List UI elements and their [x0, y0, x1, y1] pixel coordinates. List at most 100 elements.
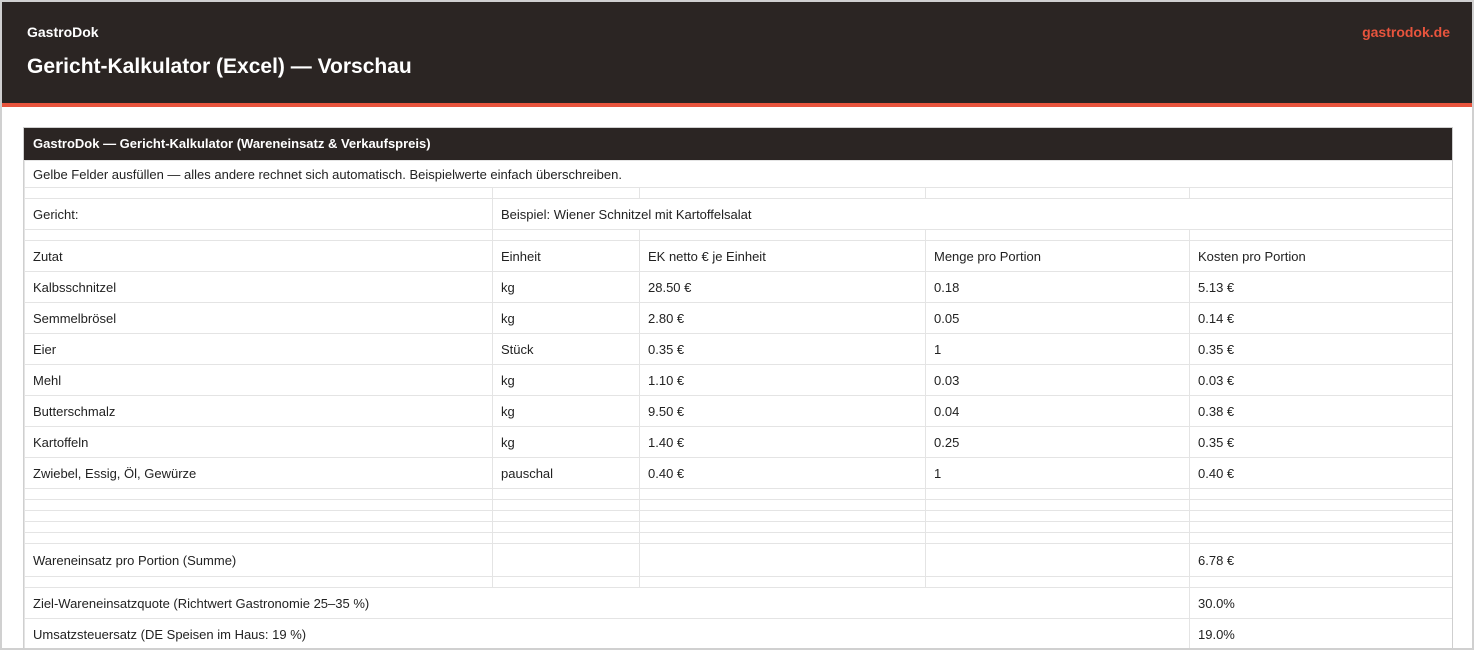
empty-cell[interactable] — [639, 521, 926, 533]
unit-cell[interactable]: kg — [492, 364, 640, 396]
empty-cell[interactable] — [639, 510, 926, 522]
empty-cell — [925, 187, 1190, 199]
empty-cell[interactable] — [639, 499, 926, 511]
ingredient-row: Kartoffeln kg 1.40 € 0.25 0.35 € — [24, 426, 1452, 458]
accent-divider — [2, 103, 1472, 107]
empty-cell — [24, 187, 493, 199]
instruction-text: Gelbe Felder ausfüllen — alles andere re… — [24, 160, 1452, 188]
empty-cell[interactable] — [492, 521, 640, 533]
empty-cell[interactable] — [925, 499, 1190, 511]
portion-cost-cell: 0.35 € — [1189, 426, 1452, 458]
ingredient-row: Butterschmalz kg 9.50 € 0.04 0.38 € — [24, 395, 1452, 427]
sum-label: Wareneinsatz pro Portion (Summe) — [24, 543, 493, 577]
top-bar: GastroDok Gericht-Kalkulator (Excel) — V… — [2, 2, 1472, 103]
empty-cell[interactable] — [492, 488, 640, 500]
vat-row: Umsatzsteuersatz (DE Speisen im Haus: 19… — [24, 618, 1452, 648]
empty-cell[interactable] — [492, 532, 640, 544]
empty-cell — [1189, 532, 1452, 544]
ingredient-name-cell[interactable]: Zwiebel, Essig, Öl, Gewürze — [24, 457, 493, 489]
spreadsheet-preview: GastroDok — Gericht-Kalkulator (Warenein… — [23, 127, 1453, 648]
dish-row: Gericht: Beispiel: Wiener Schnitzel mit … — [24, 198, 1452, 230]
column-header: Zutat — [24, 240, 493, 272]
unit-price-cell[interactable]: 0.40 € — [639, 457, 926, 489]
ingredient-name-cell[interactable]: Kartoffeln — [24, 426, 493, 458]
column-header: Einheit — [492, 240, 640, 272]
page-title: Gericht-Kalkulator (Excel) — Vorschau — [27, 55, 412, 78]
empty-cell — [492, 187, 640, 199]
quantity-cell[interactable]: 0.04 — [925, 395, 1190, 427]
empty-cell[interactable] — [639, 532, 926, 544]
empty-cell[interactable] — [492, 499, 640, 511]
unit-cell[interactable]: kg — [492, 271, 640, 303]
empty-cell[interactable] — [24, 521, 493, 533]
dish-name-cell[interactable]: Beispiel: Wiener Schnitzel mit Kartoffel… — [492, 198, 1452, 230]
quota-value-cell[interactable]: 30.0% — [1189, 587, 1452, 619]
quantity-cell[interactable]: 0.03 — [925, 364, 1190, 396]
ingredient-row: Mehl kg 1.10 € 0.03 0.03 € — [24, 364, 1452, 396]
portion-cost-cell: 5.13 € — [1189, 271, 1452, 303]
quantity-cell[interactable]: 1 — [925, 457, 1190, 489]
column-header: Kosten pro Portion — [1189, 240, 1452, 272]
vat-label: Umsatzsteuersatz (DE Speisen im Haus: 19… — [24, 618, 1190, 648]
empty-cell[interactable] — [925, 532, 1190, 544]
unit-price-cell[interactable]: 1.40 € — [639, 426, 926, 458]
empty-cell[interactable] — [925, 521, 1190, 533]
empty-cell — [24, 576, 493, 588]
unit-cell[interactable]: kg — [492, 426, 640, 458]
sheet-header: GastroDok — Gericht-Kalkulator (Warenein… — [24, 128, 1452, 160]
portion-cost-cell: 0.38 € — [1189, 395, 1452, 427]
empty-ingredient-row — [24, 499, 1452, 511]
empty-cell[interactable] — [925, 510, 1190, 522]
quota-row: Ziel-Wareneinsatzquote (Richtwert Gastro… — [24, 587, 1452, 619]
quantity-cell[interactable]: 0.18 — [925, 271, 1190, 303]
column-header: Menge pro Portion — [925, 240, 1190, 272]
vat-value-cell[interactable]: 19.0% — [1189, 618, 1452, 648]
empty-cell[interactable] — [925, 488, 1190, 500]
spacer-row — [24, 187, 1452, 199]
quantity-cell[interactable]: 0.05 — [925, 302, 1190, 334]
unit-price-cell[interactable]: 28.50 € — [639, 271, 926, 303]
unit-cell[interactable]: pauschal — [492, 457, 640, 489]
empty-cell — [1189, 521, 1452, 533]
ingredient-name-cell[interactable]: Butterschmalz — [24, 395, 493, 427]
empty-cell — [639, 543, 926, 577]
unit-cell[interactable]: Stück — [492, 333, 640, 365]
empty-cell — [639, 187, 926, 199]
empty-ingredient-row — [24, 510, 1452, 522]
empty-cell — [639, 576, 926, 588]
column-header: EK netto € je Einheit — [639, 240, 926, 272]
empty-cell — [1189, 576, 1452, 588]
ingredient-name-cell[interactable]: Semmelbrösel — [24, 302, 493, 334]
empty-ingredient-row — [24, 521, 1452, 533]
portion-cost-cell: 0.40 € — [1189, 457, 1452, 489]
empty-cell — [925, 576, 1190, 588]
ingredient-name-cell[interactable]: Kalbsschnitzel — [24, 271, 493, 303]
sum-row: Wareneinsatz pro Portion (Summe) 6.78 € — [24, 543, 1452, 577]
app-window: GastroDok Gericht-Kalkulator (Excel) — V… — [0, 0, 1474, 650]
quantity-cell[interactable]: 0.25 — [925, 426, 1190, 458]
ingredient-row: Kalbsschnitzel kg 28.50 € 0.18 5.13 € — [24, 271, 1452, 303]
unit-cell[interactable]: kg — [492, 395, 640, 427]
instruction-row: Gelbe Felder ausfüllen — alles andere re… — [24, 160, 1452, 188]
empty-cell[interactable] — [24, 499, 493, 511]
empty-cell — [1189, 499, 1452, 511]
empty-cell — [492, 229, 640, 241]
quantity-cell[interactable]: 1 — [925, 333, 1190, 365]
unit-price-cell[interactable]: 0.35 € — [639, 333, 926, 365]
ingredient-row: Semmelbrösel kg 2.80 € 0.05 0.14 € — [24, 302, 1452, 334]
empty-ingredient-row — [24, 488, 1452, 500]
unit-price-cell[interactable]: 9.50 € — [639, 395, 926, 427]
empty-cell[interactable] — [24, 532, 493, 544]
ingredient-row: Eier Stück 0.35 € 1 0.35 € — [24, 333, 1452, 365]
unit-price-cell[interactable]: 1.10 € — [639, 364, 926, 396]
brand-name: GastroDok — [27, 24, 99, 40]
unit-price-cell[interactable]: 2.80 € — [639, 302, 926, 334]
empty-cell[interactable] — [24, 510, 493, 522]
site-link[interactable]: gastrodok.de — [1362, 24, 1450, 40]
ingredient-name-cell[interactable]: Eier — [24, 333, 493, 365]
empty-cell[interactable] — [492, 510, 640, 522]
unit-cell[interactable]: kg — [492, 302, 640, 334]
empty-cell[interactable] — [639, 488, 926, 500]
ingredient-name-cell[interactable]: Mehl — [24, 364, 493, 396]
empty-cell[interactable] — [24, 488, 493, 500]
